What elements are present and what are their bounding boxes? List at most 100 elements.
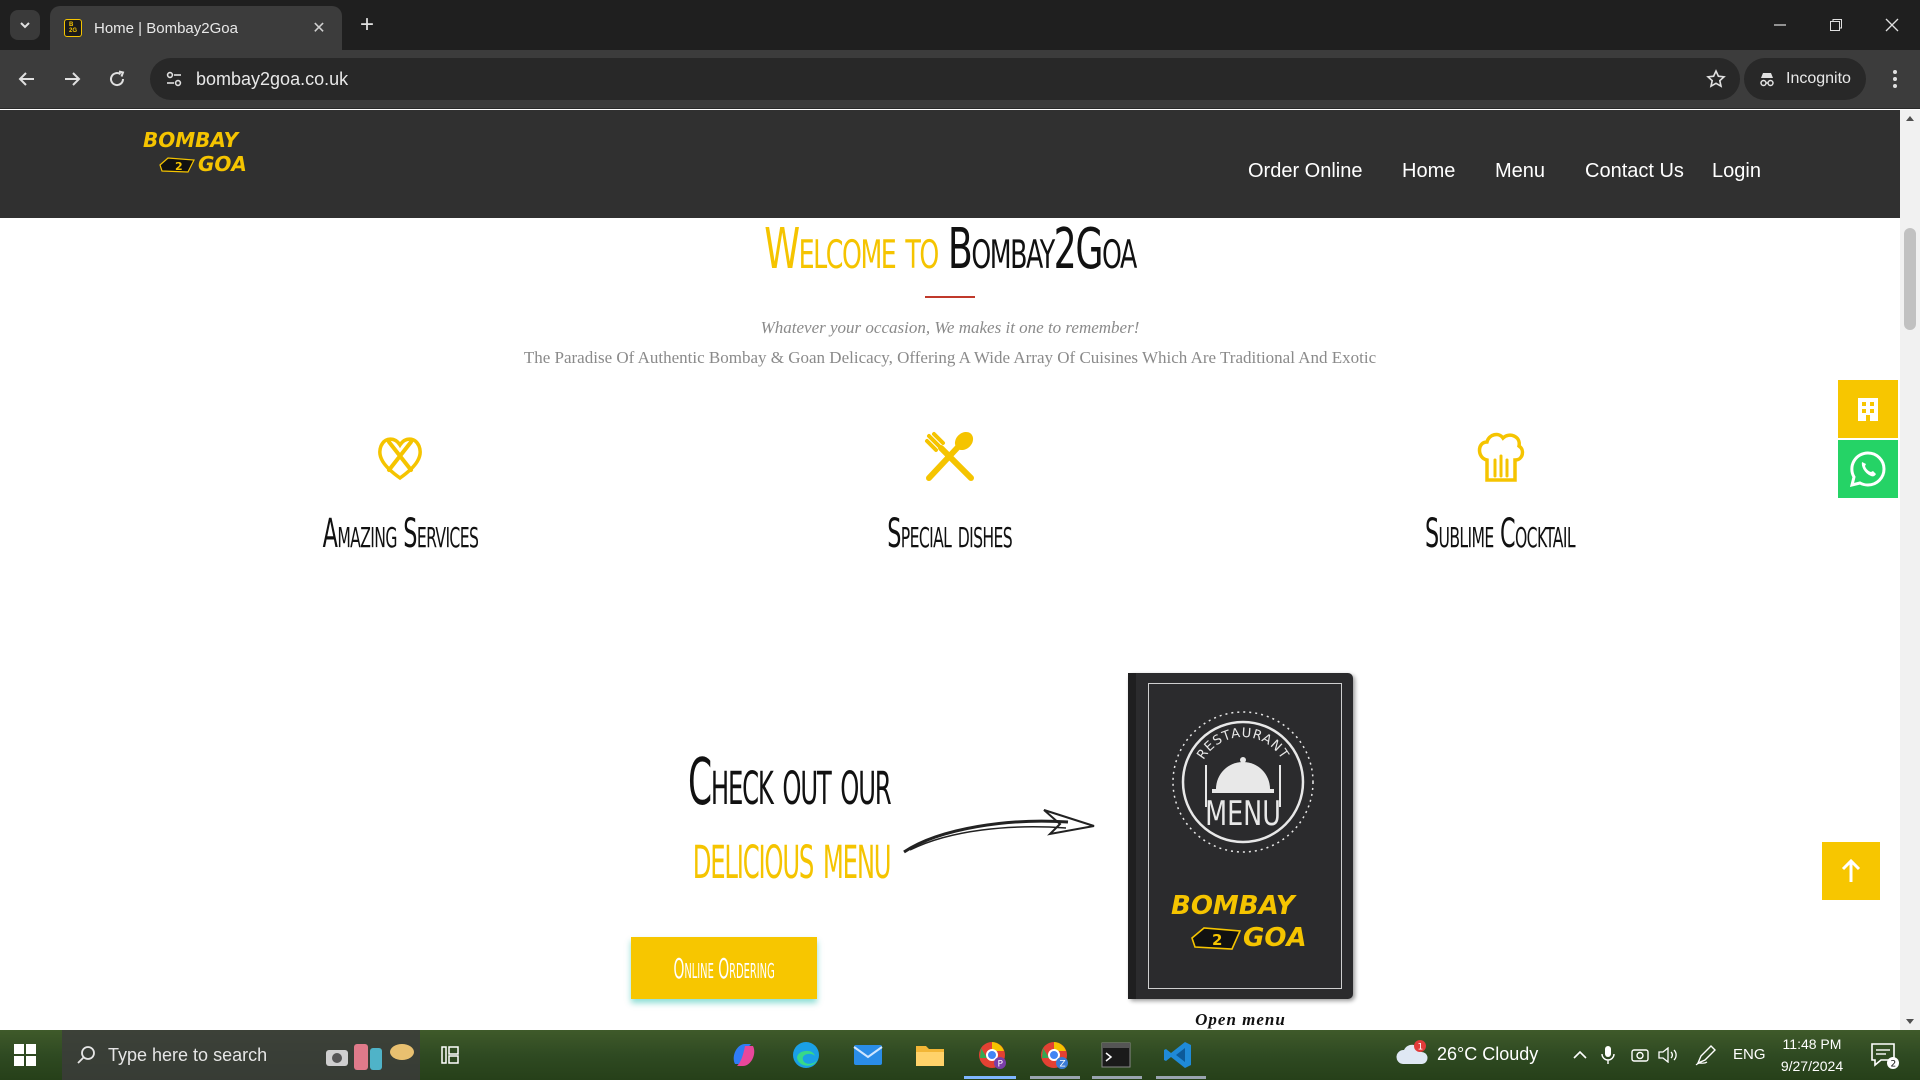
- logo-text-bottom: GOA: [198, 152, 247, 176]
- menu-card-logo-emblem: 2: [1191, 927, 1242, 950]
- search-icon: [77, 1046, 95, 1064]
- crossed-fork-spoon-icon: [925, 431, 974, 481]
- site-logo[interactable]: BOMBAY 2 GOA: [140, 128, 260, 184]
- file-explorer-icon[interactable]: [912, 1037, 948, 1073]
- checkout-heading-line2: delicious menu: [692, 820, 891, 894]
- page-scrollbar[interactable]: [1900, 110, 1920, 1030]
- active-app-indicator: [964, 1076, 1016, 1079]
- nav-menu[interactable]: Menu: [1495, 160, 1545, 183]
- heading-divider: [925, 296, 975, 298]
- open-menu-link[interactable]: Open menu: [1128, 1010, 1353, 1030]
- online-ordering-label: Online Ordering: [673, 951, 775, 985]
- new-tab-button[interactable]: +: [352, 10, 382, 40]
- running-app-indicator: [1156, 1076, 1206, 1079]
- back-button[interactable]: [10, 62, 44, 96]
- copilot-icon[interactable]: [726, 1037, 762, 1073]
- nav-order-online[interactable]: Order Online: [1248, 160, 1363, 183]
- weather-text[interactable]: 26°C Cloudy: [1437, 1044, 1538, 1065]
- browser-tab-bar: B 2G Home | Bombay2Goa ✕ +: [0, 0, 1920, 50]
- close-window-button[interactable]: [1864, 0, 1920, 50]
- scroll-down-arrow-icon[interactable]: [1900, 1014, 1920, 1030]
- logo-2-emblem: 2: [159, 157, 195, 173]
- system-clock[interactable]: 11:48 PM 9/27/2024: [1770, 1033, 1854, 1077]
- welcome-prefix: Welcome to: [764, 217, 939, 282]
- reload-button[interactable]: [100, 62, 134, 96]
- feature-special-dishes: Special dishes: [750, 430, 1150, 557]
- site-favicon-icon: B 2G: [64, 19, 82, 37]
- nav-login[interactable]: Login: [1712, 160, 1761, 183]
- site-header: BOMBAY 2 GOA Order Online Home Menu Cont…: [0, 110, 1900, 218]
- bookmark-star-icon[interactable]: [1702, 65, 1730, 93]
- mail-icon[interactable]: [850, 1037, 886, 1073]
- active-tab[interactable]: B 2G Home | Bombay2Goa ✕: [50, 6, 342, 50]
- online-ordering-button[interactable]: Online Ordering: [631, 937, 817, 999]
- address-bar[interactable]: bombay2goa.co.uk: [150, 58, 1740, 100]
- windows-start-icon[interactable]: [12, 1042, 38, 1068]
- incognito-indicator[interactable]: Incognito: [1744, 58, 1866, 100]
- nav-contact-us[interactable]: Contact Us: [1585, 160, 1684, 183]
- browser-menu-button[interactable]: [1880, 62, 1910, 96]
- running-app-indicator: [1092, 1076, 1142, 1079]
- microphone-icon[interactable]: [1590, 1037, 1626, 1073]
- menu-book[interactable]: RESTAURANT MENU BOMBAY 2 GOA: [1128, 673, 1353, 999]
- subline: The Paradise Of Authentic Bombay & Goan …: [523, 348, 1377, 367]
- terminal-icon[interactable]: [1098, 1037, 1134, 1073]
- logo-text-top: BOMBAY: [143, 128, 239, 152]
- chef-hat-icon: [1477, 432, 1525, 482]
- running-app-indicator: [1030, 1076, 1080, 1079]
- welcome-brand: Bombay2Goa: [947, 217, 1137, 282]
- speaker-icon[interactable]: [1650, 1037, 1686, 1073]
- clock-date: 9/27/2024: [1780, 1058, 1844, 1074]
- chevron-down-icon: [20, 22, 30, 29]
- tab-search-button[interactable]: [10, 10, 40, 40]
- arrow-right-icon: [65, 72, 81, 86]
- arrow-up-icon: [1841, 858, 1861, 882]
- clock-time: 11:48 PM: [1782, 1036, 1842, 1052]
- feature-title: Amazing Services: [322, 511, 478, 557]
- svg-text:2: 2: [175, 160, 183, 173]
- menu-card-logo-bottom: GOA: [1243, 923, 1307, 953]
- edge-browser-icon[interactable]: [788, 1037, 824, 1073]
- more-vert-icon: [1893, 70, 1897, 88]
- scroll-to-top-button[interactable]: [1822, 842, 1880, 900]
- restore-button[interactable]: [1808, 0, 1864, 50]
- welcome-heading: Welcome to Bombay2Goa: [266, 218, 1634, 282]
- feature-amazing-services: Amazing Services: [200, 430, 600, 557]
- vscode-icon[interactable]: [1160, 1037, 1196, 1073]
- nav-home[interactable]: Home: [1402, 160, 1455, 183]
- svg-text:2: 2: [1212, 931, 1222, 949]
- chrome-profile-p-icon[interactable]: P: [974, 1037, 1010, 1073]
- browser-toolbar: bombay2goa.co.uk Incognito: [0, 50, 1920, 109]
- floating-building-button[interactable]: [1838, 380, 1898, 438]
- close-icon: [1885, 18, 1899, 32]
- feature-title: Sublime Cocktail: [1425, 511, 1576, 557]
- svg-text:1: 1: [1418, 1043, 1424, 1053]
- pen-icon[interactable]: [1688, 1037, 1724, 1073]
- forward-button[interactable]: [55, 62, 89, 96]
- scroll-up-arrow-icon[interactable]: [1900, 110, 1920, 126]
- svg-text:2: 2: [1891, 1060, 1897, 1070]
- chrome-profile-z-icon[interactable]: Z: [1036, 1037, 1072, 1073]
- minimize-button[interactable]: [1752, 0, 1808, 50]
- weather-cloud-icon[interactable]: 1: [1394, 1037, 1430, 1073]
- scrollbar-thumb[interactable]: [1904, 228, 1916, 330]
- feature-title: Special dishes: [887, 511, 1013, 557]
- task-view-icon[interactable]: [432, 1037, 468, 1073]
- search-highlight-travel-icon[interactable]: [322, 1036, 418, 1074]
- svg-text:P: P: [998, 1060, 1004, 1070]
- reload-icon: [110, 70, 125, 87]
- feature-sublime-cocktail: Sublime Cocktail: [1300, 430, 1700, 557]
- minimize-icon: [1774, 24, 1786, 26]
- menu-card-logo-top: BOMBAY: [1171, 891, 1295, 921]
- tab-title: Home | Bombay2Goa: [94, 19, 238, 37]
- checkout-heading-line1: Check out our: [687, 746, 892, 820]
- language-indicator[interactable]: ENG: [1733, 1046, 1766, 1063]
- url-text[interactable]: bombay2goa.co.uk: [196, 69, 348, 90]
- svg-text:MENU: MENU: [1205, 794, 1281, 834]
- hand-drawn-arrow-icon: [903, 809, 1095, 854]
- floating-whatsapp-button[interactable]: [1838, 440, 1898, 498]
- tab-close-icon[interactable]: ✕: [310, 18, 328, 38]
- notification-center-icon[interactable]: 2: [1866, 1037, 1902, 1073]
- site-info-icon[interactable]: [160, 65, 188, 93]
- page-viewport: BOMBAY 2 GOA Order Online Home Menu Cont…: [0, 110, 1900, 1030]
